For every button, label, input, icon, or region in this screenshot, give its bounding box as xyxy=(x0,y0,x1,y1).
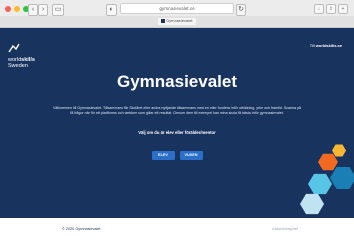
page-title: Gymnasievalet xyxy=(116,72,237,91)
tab-gymnasievalet[interactable]: Gymnasievalet xyxy=(158,18,196,25)
page-content: worldskills Sweden Till worldskills.se G… xyxy=(0,28,354,244)
download-icon[interactable]: ↓ xyxy=(314,4,324,14)
footer-link[interactable]: Kakor/Integritet xyxy=(272,227,298,231)
close-window-button[interactable] xyxy=(5,6,11,12)
worldskills-logo-icon xyxy=(8,43,20,53)
sidebar-toggle-icon[interactable]: ▭ xyxy=(52,4,64,16)
minimize-window-button[interactable] xyxy=(14,6,20,12)
reload-icon[interactable]: ↻ xyxy=(236,4,246,16)
share-icon[interactable]: ⇧ xyxy=(326,4,336,14)
hexagon-pale-decoration xyxy=(300,193,324,215)
address-bar[interactable]: gymnasievalet.se xyxy=(120,3,234,14)
toolbar-right: ↓ ⇧ + xyxy=(314,4,348,14)
reader-icon[interactable]: ◐ xyxy=(106,4,117,16)
footer: © 2020 Gymnasievalet Kakor/Integritet xyxy=(0,218,354,244)
vuxen-button[interactable]: VUXEN xyxy=(179,151,203,160)
top-link-bold: worldskills.se xyxy=(315,43,342,48)
worldskills-link[interactable]: Till worldskills.se xyxy=(310,43,342,48)
back-button[interactable]: ‹ xyxy=(28,4,38,16)
logo-text-sweden: Sweden xyxy=(8,62,28,69)
tab-title: Gymnasievalet xyxy=(166,19,193,23)
hexagon-light-decoration xyxy=(308,173,332,195)
tab-bar: Gymnasievalet xyxy=(0,16,354,27)
forward-button[interactable]: › xyxy=(38,4,48,16)
worldskills-logo[interactable]: worldskills Sweden xyxy=(8,40,35,69)
window-controls xyxy=(5,6,29,12)
elev-button[interactable]: ELEV xyxy=(151,151,175,160)
hexagon-teal-decoration xyxy=(330,166,354,190)
browser-chrome: ‹ › ▭ ◐ gymnasievalet.se ↻ ↓ ⇧ + Gymnasi… xyxy=(0,0,354,28)
role-buttons: ELEV VUXEN xyxy=(0,151,354,160)
favicon-icon xyxy=(161,19,166,23)
new-tab-button[interactable]: + xyxy=(338,4,348,14)
intro-text: Välkommen till Gymnasievalet. Tillsamman… xyxy=(52,106,302,116)
role-prompt: Välj om du är elev eller förälder/mentor xyxy=(138,130,216,135)
footer-copyright: © 2020 Gymnasievalet xyxy=(62,227,101,231)
logo-text: worldskills Sweden xyxy=(8,57,35,69)
